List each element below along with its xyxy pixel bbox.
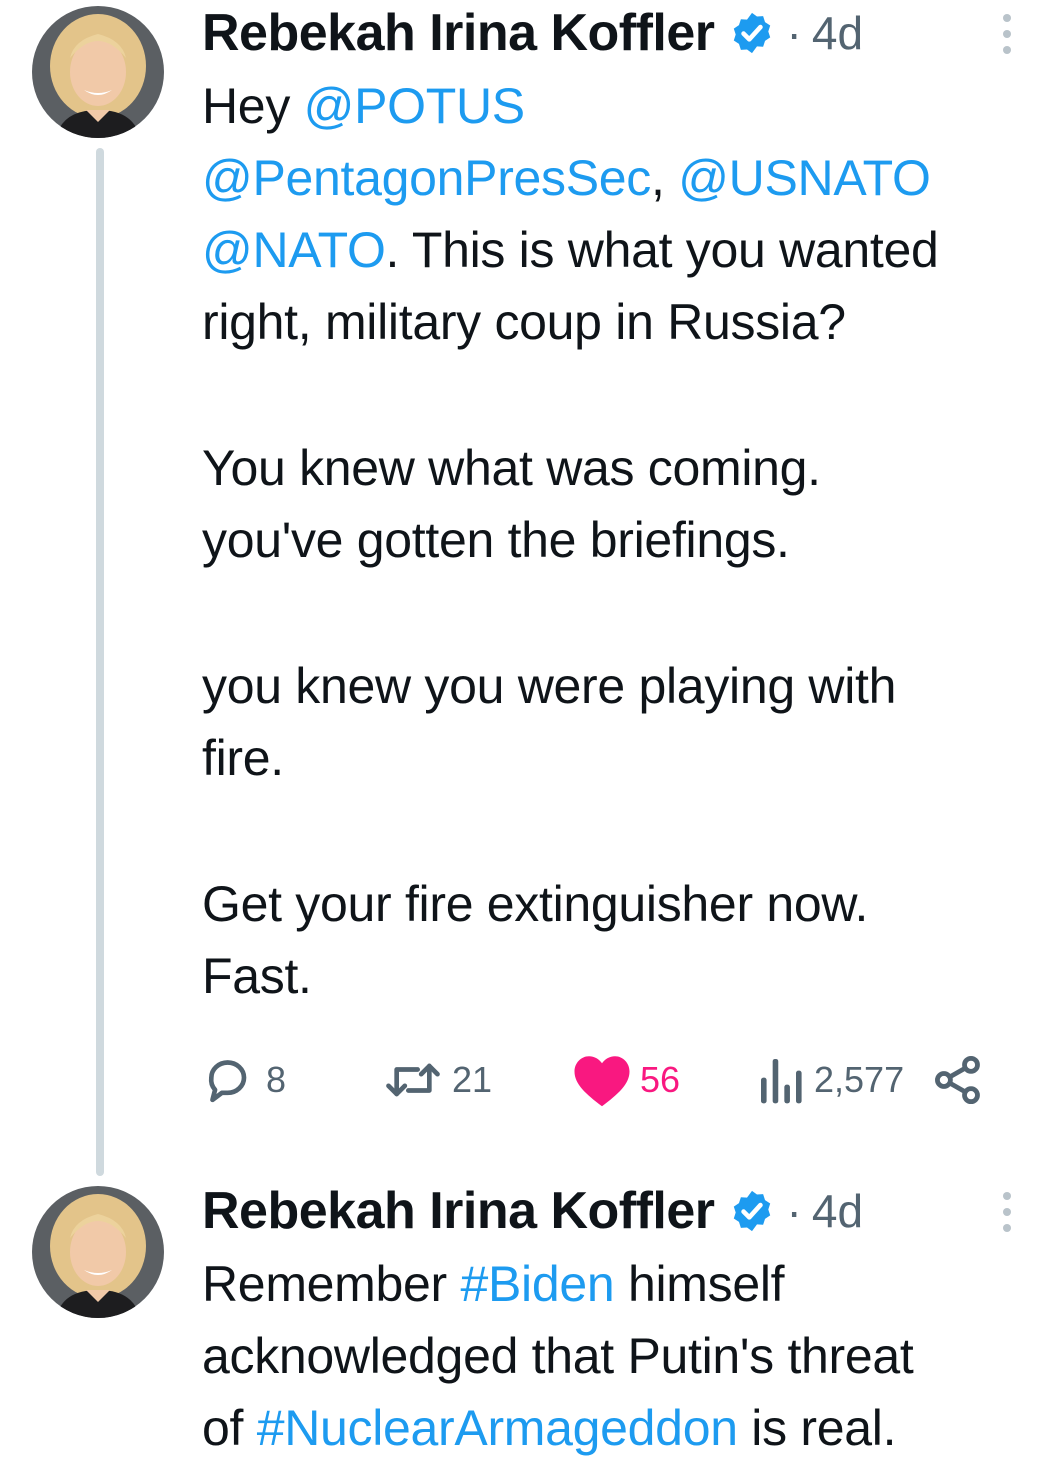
text-segment: himself: [614, 1256, 785, 1312]
hashtag-link[interactable]: #NuclearArmageddon: [257, 1400, 738, 1456]
tweet-text: Remember #Biden himself acknowledged that…: [202, 1248, 1042, 1464]
author-name[interactable]: Rebekah Irina Koffler: [202, 1181, 715, 1241]
tweet-header: Rebekah Irina Koffler · 4d: [202, 1178, 1022, 1244]
text-segment: is real.: [737, 1400, 897, 1456]
mention-link[interactable]: @POTUS: [304, 78, 526, 134]
text-line: fire.: [202, 722, 1042, 794]
more-vertical-icon[interactable]: [1002, 14, 1012, 54]
text-segment: you've gotten the briefings.: [202, 512, 790, 568]
retweet-icon: [386, 1063, 440, 1097]
text-segment: You knew what was coming.: [202, 440, 821, 496]
text-line: @PentagonPresSec, @USNATO: [202, 142, 1042, 214]
text-line: you knew you were playing with: [202, 650, 1042, 722]
reply-icon: [208, 1060, 247, 1103]
text-line: Hey @POTUS: [202, 70, 1042, 142]
text-line: Remember #Biden himself: [202, 1248, 1042, 1320]
text-line: Fast.: [202, 940, 1042, 1012]
mention-link[interactable]: @USNATO: [678, 150, 931, 206]
tweet-timestamp[interactable]: 4d: [812, 6, 863, 60]
header-separator: ·: [786, 7, 802, 59]
author-avatar[interactable]: [32, 1186, 164, 1318]
author-avatar[interactable]: [32, 6, 164, 138]
author-name[interactable]: Rebekah Irina Koffler: [202, 3, 715, 63]
text-line: @NATO. This is what you wanted: [202, 214, 1042, 286]
text-line: Get your fire extinguisher now.: [202, 868, 1042, 940]
tweet-2[interactable]: Rebekah Irina Koffler · 4d Remember #Bid…: [0, 1178, 1062, 1470]
avatar-photo: [32, 6, 164, 138]
text-segment: . This is what you wanted: [385, 222, 939, 278]
text-segment: acknowledged that Putin's threat: [202, 1328, 914, 1384]
text-line: of #NuclearArmageddon is real.: [202, 1392, 1042, 1464]
share-icon: [935, 1055, 980, 1105]
retweet-count: 21: [452, 1059, 493, 1100]
text-segment: of: [202, 1400, 257, 1456]
retweet-button[interactable]: 21: [382, 1048, 492, 1112]
header-separator: ·: [786, 1185, 802, 1237]
text-segment: Get your fire extinguisher now.: [202, 876, 869, 932]
text-line: you've gotten the briefings.: [202, 504, 1042, 576]
views-count: 2,577: [814, 1059, 905, 1100]
text-segment: Remember: [202, 1256, 461, 1312]
heart-icon: [574, 1056, 630, 1107]
text-segment: Fast.: [202, 948, 312, 1004]
share-button[interactable]: [932, 1048, 984, 1112]
mention-link[interactable]: @NATO: [202, 222, 386, 278]
text-segment: you knew you were playing with: [202, 658, 897, 714]
reply-button[interactable]: 8: [202, 1048, 286, 1112]
views-button[interactable]: 2,577: [758, 1048, 904, 1112]
tweet-1[interactable]: Rebekah Irina Koffler · 4d Hey @POTUS @Pe…: [0, 0, 1062, 1160]
tweet-text: Hey @POTUS @PentagonPresSec, @USNATO @NATO…: [202, 70, 1042, 1012]
verified-badge-icon: [733, 1190, 770, 1232]
avatar-photo: [32, 1186, 164, 1318]
views-icon: [761, 1059, 802, 1104]
like-button[interactable]: 56: [572, 1048, 680, 1112]
text-segment: right, military coup in Russia?: [202, 294, 846, 350]
text-segment: Hey: [202, 78, 304, 134]
reply-count: 8: [266, 1059, 287, 1100]
tweet-actions: 8 21 56 2,577: [202, 1048, 1002, 1112]
text-segment: ,: [651, 150, 679, 206]
text-segment: fire.: [202, 730, 284, 786]
tweet-header: Rebekah Irina Koffler · 4d: [202, 0, 1022, 66]
mention-link[interactable]: @PentagonPresSec: [202, 150, 651, 206]
verified-badge-icon: [733, 12, 770, 54]
text-line: acknowledged that Putin's threat: [202, 1320, 1042, 1392]
text-line: You knew what was coming.: [202, 432, 1042, 504]
more-vertical-icon[interactable]: [1002, 1192, 1012, 1232]
text-line: right, military coup in Russia?: [202, 286, 1042, 358]
like-count: 56: [640, 1059, 681, 1100]
hashtag-link[interactable]: #Biden: [460, 1256, 614, 1312]
tweet-timestamp[interactable]: 4d: [812, 1184, 863, 1238]
